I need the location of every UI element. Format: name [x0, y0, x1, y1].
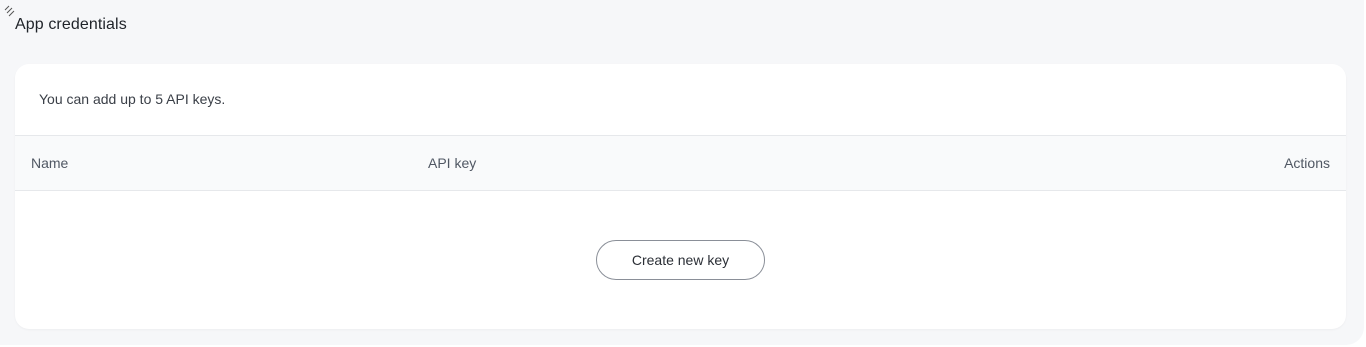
column-header-actions: Actions: [1284, 155, 1330, 171]
section-title: App credentials: [15, 16, 127, 33]
app-credentials-section: App credentials You can add up to 5 API …: [0, 0, 1364, 345]
create-new-key-button[interactable]: Create new key: [596, 240, 765, 280]
api-key-limit-note: You can add up to 5 API keys.: [39, 91, 226, 107]
column-header-name: Name: [31, 155, 69, 171]
column-header-api-key: API key: [428, 155, 477, 171]
credentials-table-header: Name API key Actions: [15, 135, 1346, 191]
credentials-card: You can add up to 5 API keys. Name API k…: [15, 64, 1346, 329]
resize-icon: [4, 5, 15, 17]
